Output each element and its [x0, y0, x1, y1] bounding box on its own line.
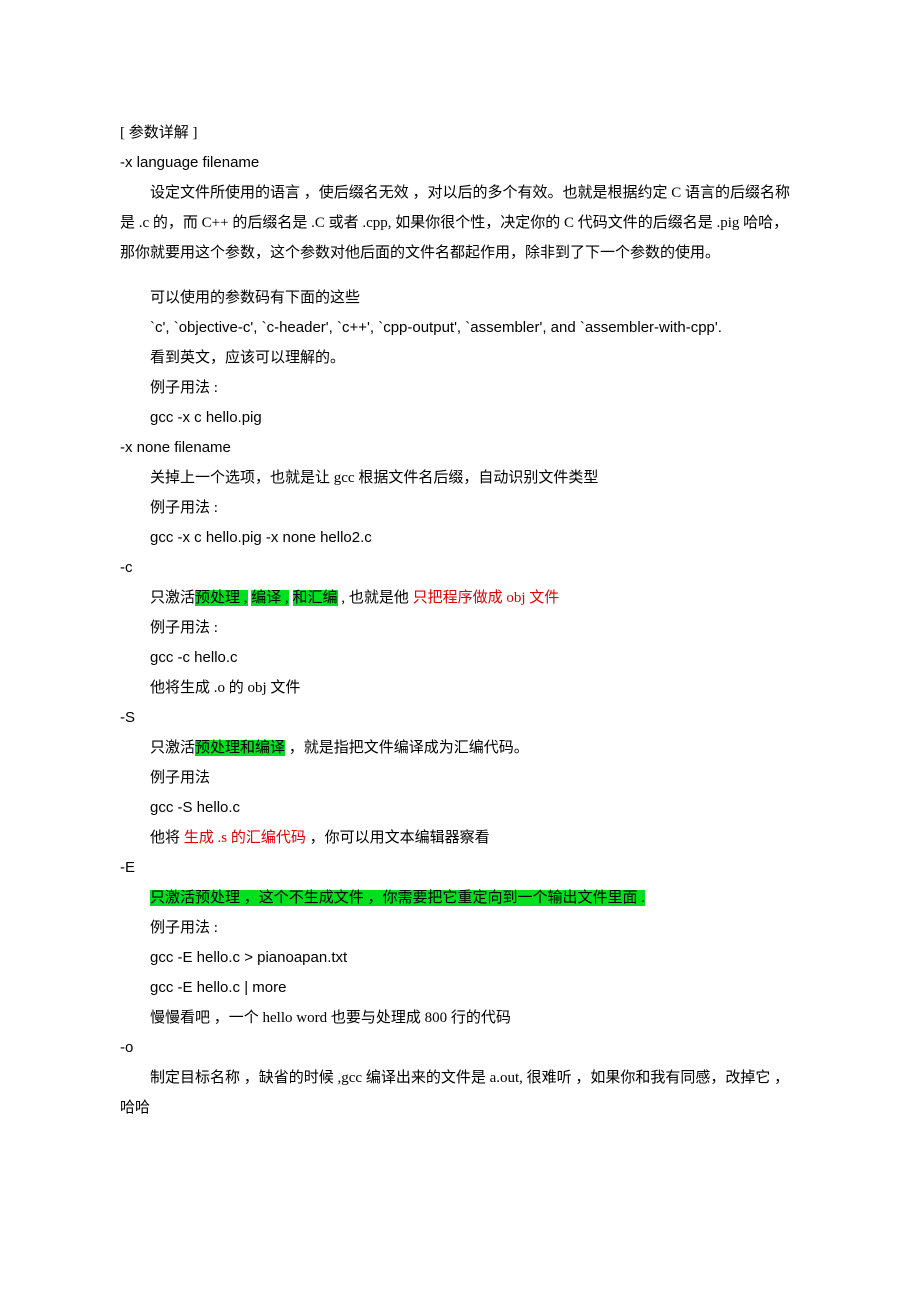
highlight: 编译 ,	[251, 590, 289, 606]
highlight: 预处理 ,	[195, 590, 248, 606]
paragraph: 只激活预处理和编译 ，就是指把文件编译成为汇编代码。	[120, 733, 800, 763]
highlight: 预处理和编译	[195, 740, 285, 756]
paragraph: 制定目标名称 ，缺省的时候 ,gcc 编译出来的文件是 a.out, 很难听 ，…	[120, 1063, 800, 1123]
text: 只激活	[150, 740, 195, 756]
paragraph: 只激活预处理 , 编译 , 和汇编 , 也就是他 只把程序做成 obj 文件	[120, 583, 800, 613]
flag-x-none: -x none filename	[120, 433, 800, 463]
text: 他将	[150, 830, 184, 846]
flag-c: -c	[120, 553, 800, 583]
text	[289, 590, 293, 606]
paragraph: 看到英文，应该可以理解的。	[120, 343, 800, 373]
text: ，就是指把文件编译成为汇编代码。	[285, 740, 529, 756]
section-header: [ 参数详解 ]	[120, 118, 800, 148]
red-text: 生成 .s 的汇编代码	[184, 830, 306, 846]
paragraph: 关掉上一个选项，也就是让 gcc 根据文件名后缀，自动识别文件类型	[120, 463, 800, 493]
flag-o: -o	[120, 1033, 800, 1063]
paragraph-code: gcc -x c hello.pig -x none hello2.c	[120, 523, 800, 553]
paragraph-code: gcc -E hello.c > pianoapan.txt	[120, 943, 800, 973]
paragraph-code: gcc -S hello.c	[120, 793, 800, 823]
paragraph: 例子用法 :	[120, 913, 800, 943]
paragraph: 他将 生成 .s 的汇编代码 ，你可以用文本编辑器察看	[120, 823, 800, 853]
red-text: 只把程序做成 obj 文件	[413, 590, 560, 606]
blank-line	[120, 268, 800, 283]
paragraph-code: gcc -x c hello.pig	[120, 403, 800, 433]
paragraph-code: gcc -E hello.c | more	[120, 973, 800, 1003]
paragraph: 只激活预处理 ，这个不生成文件 ，你需要把它重定向到一个输出文件里面 .	[120, 883, 800, 913]
text: , 也就是他	[338, 590, 413, 606]
paragraph: 设定文件所使用的语言 ，使后缀名无效 ，对以后的多个有效。也就是根据约定 C 语…	[120, 178, 800, 268]
paragraph: 可以使用的参数码有下面的这些	[120, 283, 800, 313]
document-page: [ 参数详解 ] -x language filename 设定文件所使用的语言…	[0, 0, 920, 1302]
flag-x-language: -x language filename	[120, 148, 800, 178]
highlight: 只激活预处理 ，这个不生成文件 ，你需要把它重定向到一个输出文件里面 .	[150, 890, 645, 906]
paragraph: 例子用法 :	[120, 493, 800, 523]
paragraph-code: gcc -c hello.c	[120, 643, 800, 673]
paragraph: 例子用法 :	[120, 373, 800, 403]
text: ，你可以用文本编辑器察看	[306, 830, 490, 846]
flag-e-upper: -E	[120, 853, 800, 883]
paragraph-code: `c', `objective-c', `c-header', `c++', `…	[120, 313, 800, 343]
paragraph: 他将生成 .o 的 obj 文件	[120, 673, 800, 703]
text: 只激活	[150, 590, 195, 606]
flag-s-upper: -S	[120, 703, 800, 733]
paragraph: 例子用法 :	[120, 613, 800, 643]
paragraph: 慢慢看吧 ，一个 hello word 也要与处理成 800 行的代码	[120, 1003, 800, 1033]
highlight: 和汇编	[293, 590, 338, 606]
paragraph: 例子用法	[120, 763, 800, 793]
